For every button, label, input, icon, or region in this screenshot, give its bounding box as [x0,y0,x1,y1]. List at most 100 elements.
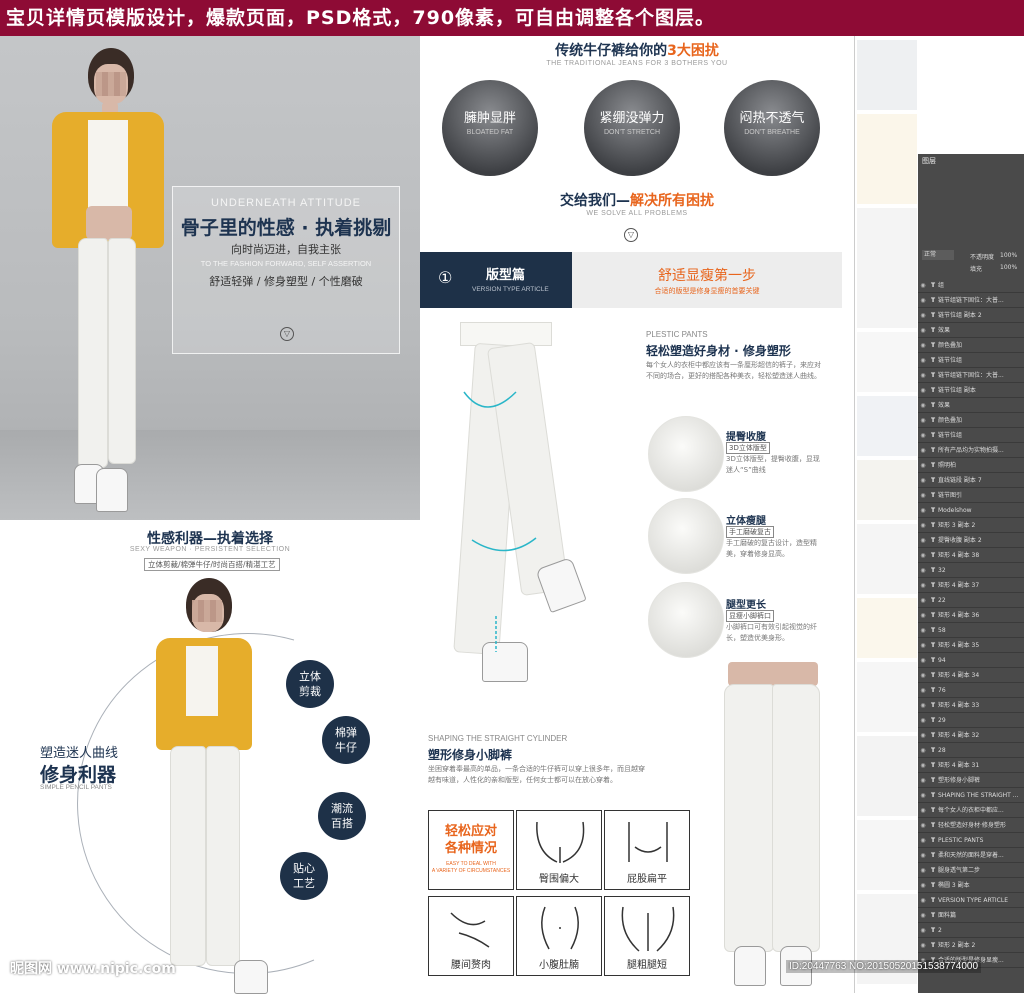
eye-icon[interactable]: ◉ [918,563,928,577]
eye-icon[interactable]: ◉ [918,593,928,607]
ps-layer-row[interactable]: ◉ T PLESTIC PANTS [918,833,1024,848]
eye-icon[interactable]: ◉ [918,398,928,412]
ps-layer-row[interactable]: ◉ T Modelshow [918,503,1024,518]
eye-icon[interactable]: ◉ [918,818,928,832]
ps-layer-row[interactable]: ◉ T 22 [918,593,1024,608]
ps-layer-row[interactable]: ◉ T VERSION TYPE ARTICLE [918,893,1024,908]
hero-down-button[interactable]: ▽ [280,327,294,341]
ps-layer-row[interactable]: ◉ T 2 [918,923,1024,938]
eye-icon[interactable]: ◉ [918,653,928,667]
eye-icon[interactable]: ◉ [918,713,928,727]
ps-layer-row[interactable]: ◉ T 76 [918,683,1024,698]
ps-layer-row[interactable]: ◉ T 照明柏 [918,458,1024,473]
thumbnail-10[interactable] [857,736,917,816]
eye-icon[interactable]: ◉ [918,773,928,787]
thumbnail-4[interactable] [857,332,917,392]
eye-icon[interactable]: ◉ [918,938,928,952]
thumbnail-11[interactable] [857,820,917,890]
eye-icon[interactable]: ◉ [918,668,928,682]
ps-layer-row[interactable]: ◉ T 94 [918,653,1024,668]
eye-icon[interactable]: ◉ [918,923,928,937]
thumbnail-9[interactable] [857,662,917,732]
eye-icon[interactable]: ◉ [918,368,928,382]
eye-icon[interactable]: ◉ [918,293,928,307]
ps-layer-row[interactable]: ◉ T 颜色叠加 [918,338,1024,353]
eye-icon[interactable]: ◉ [918,623,928,637]
ps-layer-row[interactable]: ◉ T 矩形 3 副本 2 [918,518,1024,533]
eye-icon[interactable]: ◉ [918,473,928,487]
thumbnail-2[interactable] [857,114,917,204]
eye-icon[interactable]: ◉ [918,518,928,532]
eye-icon[interactable]: ◉ [918,788,928,802]
eye-icon[interactable]: ◉ [918,458,928,472]
ps-layer-row[interactable]: ◉ T 链节图引 [918,488,1024,503]
eye-icon[interactable]: ◉ [918,278,928,292]
eye-icon[interactable]: ◉ [918,683,928,697]
ps-layer-row[interactable]: ◉ T 所有产品均为实物拍摄... [918,443,1024,458]
ps-opacity[interactable]: 100% [1000,252,1017,259]
ps-blend-mode[interactable]: 正常 [922,250,954,260]
eye-icon[interactable]: ◉ [918,743,928,757]
ps-layer-row[interactable]: ◉ T 轻松塑造好身材·修身塑形 [918,818,1024,833]
eye-icon[interactable]: ◉ [918,578,928,592]
ps-layer-row[interactable]: ◉ T 矩形 4 副本 31 [918,758,1024,773]
eye-icon[interactable]: ◉ [918,338,928,352]
eye-icon[interactable]: ◉ [918,833,928,847]
ps-layer-row[interactable]: ◉ T 链节组链下固位：大普... [918,293,1024,308]
ps-layer-row[interactable]: ◉ T 矩形 4 副本 35 [918,638,1024,653]
ps-layer-row[interactable]: ◉ T 腿身透气第二步 [918,863,1024,878]
ps-layer-row[interactable]: ◉ T 提臀收腹 副本 2 [918,533,1024,548]
solve-down-button[interactable]: ▽ [624,228,638,242]
eye-icon[interactable]: ◉ [918,428,928,442]
ps-layer-row[interactable]: ◉ T 矩形 4 副本 36 [918,608,1024,623]
ps-layer-row[interactable]: ◉ T 28 [918,743,1024,758]
ps-layer-row[interactable]: ◉ T 32 [918,563,1024,578]
eye-icon[interactable]: ◉ [918,878,928,892]
eye-icon[interactable]: ◉ [918,383,928,397]
thumbnail-7[interactable] [857,524,917,594]
eye-icon[interactable]: ◉ [918,308,928,322]
thumbnail-5[interactable] [857,396,917,456]
ps-layer-row[interactable]: ◉ T 矩形 2 副本 2 [918,938,1024,953]
ps-fill[interactable]: 100% [1000,264,1017,271]
eye-icon[interactable]: ◉ [918,353,928,367]
ps-layer-row[interactable]: ◉ T 矩形 4 副本 34 [918,668,1024,683]
eye-icon[interactable]: ◉ [918,698,928,712]
ps-layer-row[interactable]: ◉ T 椭圆 3 副本 [918,878,1024,893]
eye-icon[interactable]: ◉ [918,413,928,427]
ps-layer-row[interactable]: ◉ T 链节组链下固位：大普... [918,368,1024,383]
eye-icon[interactable]: ◉ [918,443,928,457]
thumbnail-3[interactable] [857,208,917,328]
ps-layer-row[interactable]: ◉ T 链节位组 副本 [918,383,1024,398]
ps-layer-row[interactable]: ◉ T 效果 [918,398,1024,413]
thumbnail-8[interactable] [857,598,917,658]
eye-icon[interactable]: ◉ [918,608,928,622]
ps-layer-row[interactable]: ◉ T 链节位组 [918,428,1024,443]
ps-layer-row[interactable]: ◉ T 矩形 4 副本 32 [918,728,1024,743]
eye-icon[interactable]: ◉ [918,638,928,652]
ps-layer-row[interactable]: ◉ T 直线链段 副本 7 [918,473,1024,488]
ps-layer-row[interactable]: ◉ T 矩形 4 副本 33 [918,698,1024,713]
eye-icon[interactable]: ◉ [918,548,928,562]
ps-layer-row[interactable]: ◉ T 29 [918,713,1024,728]
ps-layer-row[interactable]: ◉ T 面料篇 [918,908,1024,923]
eye-icon[interactable]: ◉ [918,908,928,922]
ps-layer-row[interactable]: ◉ T 矩形 4 副本 37 [918,578,1024,593]
eye-icon[interactable]: ◉ [918,323,928,337]
eye-icon[interactable]: ◉ [918,893,928,907]
eye-icon[interactable]: ◉ [918,728,928,742]
ps-layer-row[interactable]: ◉ T 链节位组 副本 2 [918,308,1024,323]
eye-icon[interactable]: ◉ [918,488,928,502]
ps-layer-row[interactable]: ◉ T 链节位组 [918,353,1024,368]
ps-layer-row[interactable]: ◉ T 柔和天然的面料是穿着... [918,848,1024,863]
eye-icon[interactable]: ◉ [918,758,928,772]
ps-layer-row[interactable]: ◉ T 效果 [918,323,1024,338]
eye-icon[interactable]: ◉ [918,803,928,817]
eye-icon[interactable]: ◉ [918,848,928,862]
thumbnail-6[interactable] [857,460,917,520]
ps-layer-row[interactable]: ◉ T 塑形修身小脚裤 [918,773,1024,788]
thumbnail-1[interactable] [857,40,917,110]
ps-layer-row[interactable]: ◉ T 每个女人的衣柜中都应... [918,803,1024,818]
ps-layer-row[interactable]: ◉ T 组 [918,278,1024,293]
ps-layer-row[interactable]: ◉ T 58 [918,623,1024,638]
